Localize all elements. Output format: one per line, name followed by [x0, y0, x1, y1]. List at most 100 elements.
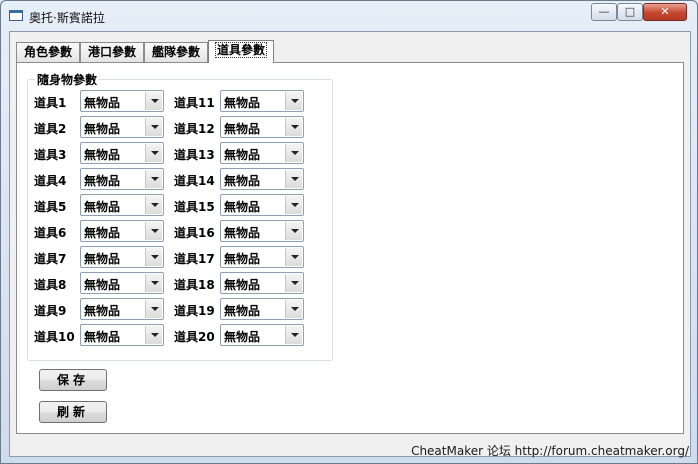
item-label: 道具7 — [34, 252, 67, 266]
item-label: 道具19 — [174, 304, 215, 318]
item-label: 道具4 — [34, 174, 67, 188]
item-label: 道具13 — [174, 148, 215, 162]
minimize-button[interactable]: — — [591, 3, 617, 21]
app-window: 奧托·斯賓諾拉 — □ ✕ 角色參數 港口參數 艦隊參數 道具參數 隨身物參數 … — [0, 0, 698, 464]
item-select-value: 無物品 — [84, 148, 121, 162]
item-select[interactable]: 無物品 — [220, 142, 304, 164]
item-label: 道具18 — [174, 278, 215, 292]
item-select-value: 無物品 — [224, 304, 261, 318]
chevron-down-icon[interactable] — [285, 222, 302, 240]
chevron-down-icon[interactable] — [145, 222, 162, 240]
item-select-value: 無物品 — [84, 226, 121, 240]
chevron-down-icon[interactable] — [285, 92, 302, 110]
item-select[interactable]: 無物品 — [220, 116, 304, 138]
tab-label: 港口參數 — [87, 45, 136, 59]
app-window-icon — [9, 10, 23, 21]
item-select-value: 無物品 — [84, 122, 121, 136]
item-label: 道具1 — [34, 96, 67, 110]
item-select-value: 無物品 — [84, 200, 121, 214]
chevron-down-icon[interactable] — [285, 196, 302, 214]
item-select-value: 無物品 — [84, 252, 121, 266]
client-area: 角色參數 港口參數 艦隊參數 道具參數 隨身物參數 道具1 無物品 道具2 無物品 道具… — [9, 31, 691, 457]
item-select-value: 無物品 — [224, 226, 261, 240]
chevron-down-icon[interactable] — [145, 170, 162, 188]
item-label: 道具15 — [174, 200, 215, 214]
tab-fleet-params[interactable]: 艦隊參數 — [144, 42, 208, 62]
chevron-down-icon[interactable] — [285, 144, 302, 162]
chevron-down-icon[interactable] — [285, 248, 302, 266]
item-select[interactable]: 無物品 — [80, 272, 164, 294]
item-select[interactable]: 無物品 — [80, 246, 164, 268]
chevron-down-icon[interactable] — [285, 274, 302, 292]
item-label: 道具2 — [34, 122, 67, 136]
item-label: 道具6 — [34, 226, 67, 240]
item-select-value: 無物品 — [84, 174, 121, 188]
item-select[interactable]: 無物品 — [220, 90, 304, 112]
carried-items-group: 隨身物參數 道具1 無物品 道具2 無物品 道具3 無物品 道具4 無物品 道具5 無物品 道具6 無… — [27, 71, 333, 361]
item-label: 道具8 — [34, 278, 67, 292]
title-bar[interactable]: 奧托·斯賓諾拉 — □ ✕ — [1, 1, 697, 31]
item-select[interactable]: 無物品 — [80, 324, 164, 346]
item-select[interactable]: 無物品 — [220, 168, 304, 190]
item-select[interactable]: 無物品 — [220, 298, 304, 320]
item-select[interactable]: 無物品 — [220, 324, 304, 346]
item-select[interactable]: 無物品 — [80, 116, 164, 138]
maximize-button[interactable]: □ — [617, 3, 643, 21]
save-button[interactable]: 保存 — [39, 369, 107, 391]
chevron-down-icon[interactable] — [285, 326, 302, 344]
chevron-down-icon[interactable] — [285, 300, 302, 318]
item-label: 道具17 — [174, 252, 215, 266]
chevron-down-icon[interactable] — [145, 92, 162, 110]
item-select-value: 無物品 — [224, 278, 261, 292]
chevron-down-icon[interactable] — [145, 300, 162, 318]
item-label: 道具14 — [174, 174, 215, 188]
item-select-value: 無物品 — [224, 174, 261, 188]
window-title: 奧托·斯賓諾拉 — [29, 11, 105, 25]
chevron-down-icon[interactable] — [285, 118, 302, 136]
chevron-down-icon[interactable] — [145, 118, 162, 136]
refresh-button[interactable]: 刷新 — [39, 401, 107, 423]
chevron-down-icon[interactable] — [145, 274, 162, 292]
item-label: 道具12 — [174, 122, 215, 136]
item-select[interactable]: 無物品 — [220, 272, 304, 294]
item-select[interactable]: 無物品 — [220, 246, 304, 268]
tab-label: 角色參數 — [23, 45, 72, 59]
item-select[interactable]: 無物品 — [80, 194, 164, 216]
item-select[interactable]: 無物品 — [80, 90, 164, 112]
item-label: 道具11 — [174, 96, 215, 110]
item-select-value: 無物品 — [84, 278, 121, 292]
item-label: 道具9 — [34, 304, 67, 318]
tab-character-params[interactable]: 角色參數 — [16, 42, 80, 62]
chevron-down-icon[interactable] — [145, 196, 162, 214]
item-label: 道具10 — [34, 330, 75, 344]
item-select[interactable]: 無物品 — [80, 298, 164, 320]
item-select-value: 無物品 — [224, 96, 261, 110]
chevron-down-icon[interactable] — [145, 326, 162, 344]
tab-panel-item-params: 隨身物參數 道具1 無物品 道具2 無物品 道具3 無物品 道具4 無物品 道具5 無物品 道具6 無… — [16, 62, 684, 434]
item-select-value: 無物品 — [224, 330, 261, 344]
item-label: 道具3 — [34, 148, 67, 162]
tab-port-params[interactable]: 港口參數 — [80, 42, 144, 62]
group-title: 隨身物參數 — [35, 71, 100, 88]
tab-label: 道具參數 — [214, 42, 268, 58]
chevron-down-icon[interactable] — [285, 170, 302, 188]
item-select-value: 無物品 — [84, 330, 121, 344]
close-button[interactable]: ✕ — [643, 3, 687, 21]
chevron-down-icon[interactable] — [145, 144, 162, 162]
item-select[interactable]: 無物品 — [80, 142, 164, 164]
item-label: 道具5 — [34, 200, 67, 214]
item-select-value: 無物品 — [224, 252, 261, 266]
tab-item-params[interactable]: 道具參數 — [208, 40, 274, 63]
item-label: 道具20 — [174, 330, 215, 344]
item-select[interactable]: 無物品 — [80, 168, 164, 190]
item-select[interactable]: 無物品 — [220, 194, 304, 216]
item-select[interactable]: 無物品 — [80, 220, 164, 242]
item-select-value: 無物品 — [84, 96, 121, 110]
footer-text: CheatMaker 论坛 http://forum.cheatmaker.or… — [411, 444, 689, 458]
item-select-value: 無物品 — [224, 122, 261, 136]
item-select-value: 無物品 — [84, 304, 121, 318]
item-label: 道具16 — [174, 226, 215, 240]
item-select-value: 無物品 — [224, 148, 261, 162]
item-select[interactable]: 無物品 — [220, 220, 304, 242]
chevron-down-icon[interactable] — [145, 248, 162, 266]
